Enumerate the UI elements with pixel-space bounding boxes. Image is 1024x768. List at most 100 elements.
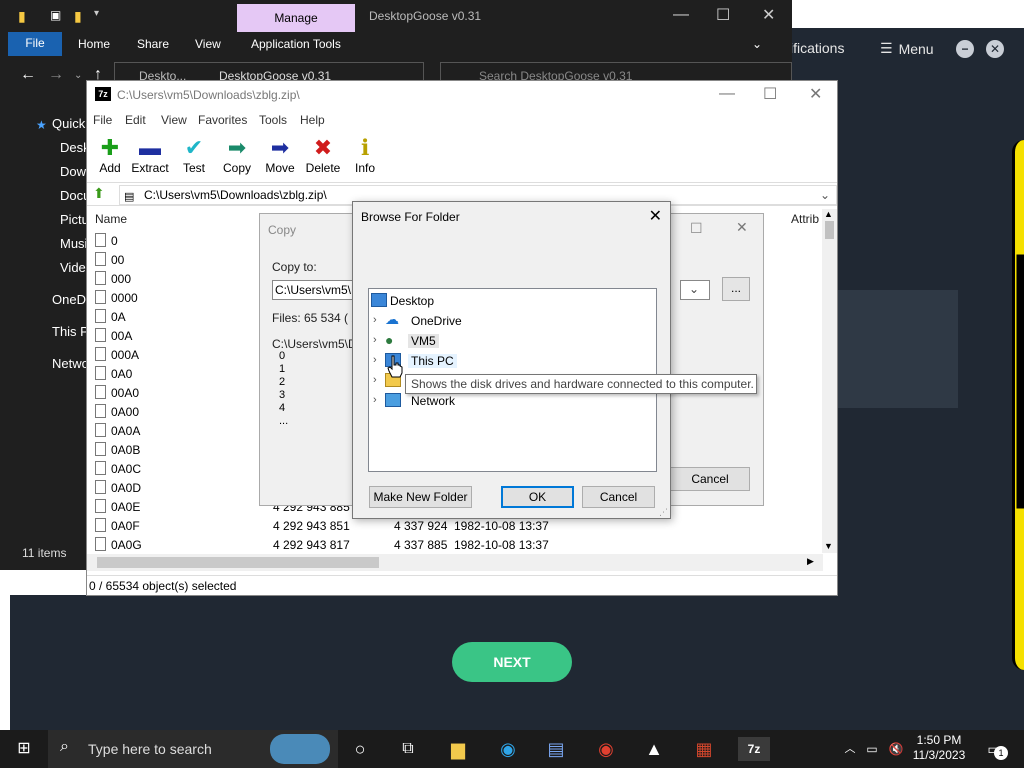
nav-item-pictures[interactable]: Pictu [60,212,89,227]
nav-item-network[interactable]: Netwo [52,356,89,371]
ribbon-app-tools-tab[interactable]: Application Tools [251,37,341,51]
close-icon[interactable]: ✕ [736,219,748,236]
menu-tools[interactable]: Tools [259,113,287,127]
quick-access-dropdown-icon[interactable]: ▾ [94,8,99,19]
minimize-icon[interactable]: — [719,85,735,103]
manage-tab[interactable]: Manage [237,4,355,32]
minimize-icon[interactable]: — [673,6,689,24]
chrome-icon[interactable]: ◉ [594,737,618,761]
edge-icon[interactable]: ◉ [496,737,520,761]
new-folder-icon[interactable]: ▮ [74,8,82,25]
menu-edit[interactable]: Edit [125,113,146,127]
nav-item-onedrive[interactable]: OneDr [52,292,90,307]
properties-icon[interactable]: ▣ [50,8,61,22]
close-icon[interactable]: ✕ [809,84,822,104]
extract-button[interactable]: ▬ Extract [127,135,173,175]
copy-to-label: Copy to: [272,260,317,274]
recent-dropdown-icon[interactable]: ⌄ [74,70,82,81]
chevron-right-icon[interactable]: › [373,394,377,406]
scroll-up-icon[interactable]: ▲ [824,209,833,219]
show-hidden-icons-icon[interactable]: ︿ [838,737,862,761]
cancel-button[interactable]: Cancel [582,486,655,508]
network-status-icon[interactable]: ▭ [860,737,884,761]
folder-up-icon[interactable]: ⬆ [93,185,105,202]
close-icon[interactable]: ✕ [986,40,1004,58]
copy-entry: 0 [279,350,286,362]
test-button[interactable]: ✔ Test [171,135,217,175]
network-icon [385,393,401,407]
nav-item-this-pc[interactable]: This P [52,324,89,339]
file-row[interactable]: 0A0F 4 292 943 851 4 337 924 1982-10-08 13:… [93,517,813,536]
maximize-icon[interactable]: ☐ [763,84,777,104]
photos-icon[interactable]: ▲ [642,737,666,761]
vertical-scrollbar[interactable]: ▲ ▼ [822,209,837,553]
chevron-right-icon[interactable]: › [373,334,377,346]
nav-item-downloads[interactable]: Dow [60,164,86,179]
menu-view[interactable]: View [161,113,187,127]
menu-file[interactable]: File [93,113,112,127]
scroll-down-icon[interactable]: ▼ [824,541,833,551]
minimize-icon[interactable]: − [956,40,974,58]
tree-label-onedrive: OneDrive [411,314,462,328]
chevron-down-icon[interactable]: ⌄ [820,186,830,204]
notifications-label[interactable]: ifications [790,40,844,56]
close-icon[interactable]: ✕ [649,206,662,226]
scroll-thumb[interactable] [825,221,834,239]
ok-button[interactable]: OK [501,486,574,508]
copy-to-dropdown[interactable]: ⌄ [680,280,710,300]
delete-button[interactable]: ✖ Delete [300,135,346,175]
chevron-right-icon[interactable]: › [373,354,377,366]
task-view-icon[interactable]: ⧉ [396,737,420,761]
forward-arrow-icon[interactable]: → [48,66,64,84]
menu-button[interactable]: ☰ Menu [880,40,934,57]
chevron-right-icon[interactable]: › [373,314,377,326]
file-name: 00A [111,329,133,343]
cancel-button[interactable]: Cancel [670,467,750,491]
column-attrib[interactable]: Attrib [791,212,819,226]
ribbon-share-tab[interactable]: Share [137,37,169,51]
horizontal-scrollbar[interactable]: ▶ [87,554,823,571]
volume-muted-icon[interactable]: 🔇 [884,737,908,761]
windows-start-icon[interactable]: ⊞ [12,737,36,761]
nav-item-quick-access[interactable]: Quick [52,116,85,131]
winrar-icon[interactable]: ▦ [692,737,716,761]
scroll-thumb[interactable] [97,557,379,568]
nav-item-music[interactable]: Musi [60,236,87,251]
browse-button[interactable]: ... [722,277,750,301]
search-highlight-icon [270,734,330,764]
check-icon: ✔ [184,135,204,160]
chevron-down-icon[interactable]: ⌄ [752,37,762,51]
file-icon [95,347,106,361]
menu-help[interactable]: Help [300,113,325,127]
ribbon-view-tab[interactable]: View [195,37,221,51]
back-arrow-icon[interactable]: ← [20,66,36,84]
7zip-taskbar-icon[interactable]: 7z [738,737,770,761]
browse-dialog-title: Browse For Folder [361,210,460,224]
nav-item-videos[interactable]: Vide [60,260,86,275]
hamburger-icon: ☰ [880,40,893,56]
file-name: 0A0B [111,443,141,457]
info-button[interactable]: ℹ Info [342,135,388,175]
maximize-icon[interactable]: ☐ [690,220,703,237]
ribbon-file-tab[interactable]: File [8,32,62,56]
next-button[interactable]: NEXT [452,642,572,682]
ribbon-home-tab[interactable]: Home [78,37,110,51]
make-new-folder-button[interactable]: Make New Folder [369,486,472,508]
copy-button[interactable]: ➡ Copy [214,135,260,175]
file-explorer-taskbar-icon[interactable]: ▆ [446,737,470,761]
column-name[interactable]: Name [95,212,127,226]
clock[interactable]: 1:50 PM 11/3/2023 [912,733,966,763]
taskbar-search-box[interactable]: ⌕ Type here to search [48,730,338,768]
file-row[interactable]: 0A0G 4 292 943 817 4 337 885 1982-10-08 13:… [93,536,813,555]
move-button[interactable]: ➡ Move [257,135,303,175]
chevron-right-icon[interactable]: › [373,374,377,386]
store-icon[interactable]: ▤ [544,737,568,761]
menu-favorites[interactable]: Favorites [198,113,247,127]
selection-status: 0 / 65534 object(s) selected [89,579,237,593]
scroll-right-icon[interactable]: ▶ [807,556,814,567]
maximize-icon[interactable]: ☐ [716,5,730,25]
close-icon[interactable]: ✕ [762,5,775,25]
cortana-icon[interactable]: ○ [348,737,372,761]
file-icon [95,328,106,342]
resize-grip-icon[interactable]: ⋰ [659,507,668,518]
